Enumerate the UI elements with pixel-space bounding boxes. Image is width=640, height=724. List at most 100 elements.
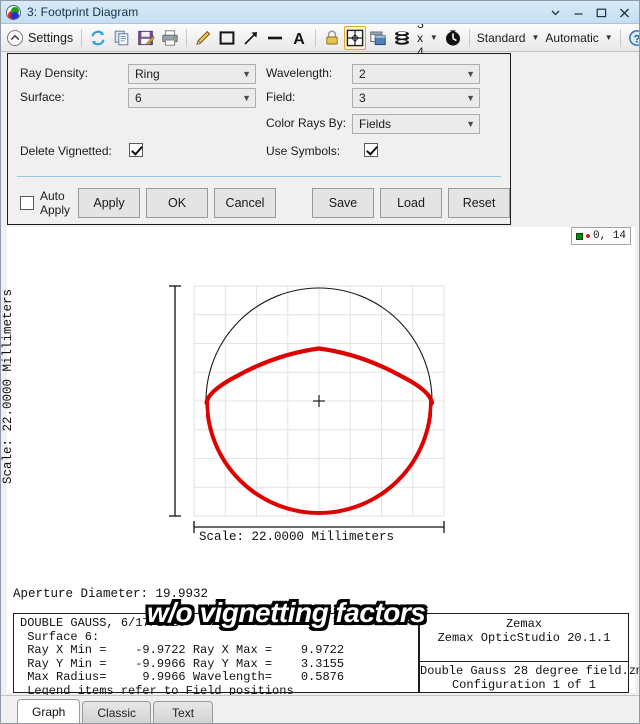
use-symbols-label-wrap: Use Symbols: [266,144,340,158]
pencil-annotate-button[interactable] [191,26,215,50]
color-rays-by-dropdown[interactable]: Fields ▼ [352,114,480,134]
y-axis-label: Scale: 22.0000 Millimeters [1,289,15,485]
arrow-annotate-button[interactable] [239,26,263,50]
line-icon [268,36,283,39]
color-rays-by-value: Fields [359,117,392,131]
tab-text[interactable]: Text [153,701,214,723]
surface-value: 6 [135,91,142,105]
chevron-down-icon: ▼ [466,118,475,129]
tab-graph[interactable]: Graph [17,699,81,723]
settings-panel: Ray Density: Ring ▼ Surface: 6 ▼ Wavelen… [7,53,511,225]
load-settings-button[interactable]: Load [380,188,443,218]
toolbar-separator [81,28,83,47]
line-annotate-button[interactable] [263,26,287,50]
field-label: Field: [266,90,296,104]
toolbar-separator [468,28,470,47]
use-symbols-label: Use Symbols: [266,144,341,158]
copy-button[interactable] [110,26,134,50]
settings-divider [17,176,501,177]
close-icon[interactable] [613,3,635,23]
field-dropdown[interactable]: 3 ▼ [352,88,480,108]
rectangle-icon [219,30,235,45]
settings-label: Settings [28,30,74,45]
rectangle-annotate-button[interactable] [215,26,239,50]
wavelength-label-wrap: Wavelength: [266,66,332,80]
cancel-button[interactable]: Cancel [214,188,277,218]
save-button[interactable] [134,26,158,50]
chevron-down-icon: ▼ [466,68,475,79]
auto-apply-checkbox[interactable] [20,196,34,210]
wavelength-dropdown[interactable]: 2 ▼ [352,64,480,84]
scale-label: Automatic [545,30,599,45]
ray-density-dropdown[interactable]: Ring ▼ [128,64,256,84]
scale-dropdown[interactable]: Automatic ▼ [542,26,615,50]
window-titlebar: 3: Footprint Diagram [1,1,639,24]
print-button[interactable] [158,26,182,50]
toolbar-separator [315,28,317,47]
maximize-icon[interactable] [590,3,612,23]
svg-text:A: A [293,31,305,47]
save-settings-button[interactable]: Save [312,188,375,218]
ray-density-label: Ray Density: [20,66,89,80]
settings-button[interactable]: Settings [5,26,77,50]
ray-density-label-wrap: Ray Density: [20,66,88,80]
window-title: 3: Footprint Diagram [27,5,139,19]
auto-apply-group[interactable]: Auto Apply [20,189,70,217]
lock-button[interactable] [320,26,344,50]
chevron-down-icon: ▼ [242,68,251,79]
refresh-button[interactable] [86,26,110,50]
zoom-fit-icon [346,29,364,46]
chevron-down-icon: ▼ [531,32,540,42]
footprint-app-icon [6,4,21,20]
chevron-down-icon: ▼ [242,92,251,103]
surface-label: Surface: [20,90,65,104]
file-block: Double Gauss 28 degree field.zmx Configu… [420,662,639,693]
ray-density-value: Ring [135,67,160,81]
auto-apply-label: Auto Apply [40,189,71,217]
marker-dot-icon [585,234,590,238]
configuration-label: Configuration 1 of 1 [451,677,597,692]
legend-line-3: Ray X Min = -9.9722 Ray X Max = 9.9722 [20,643,345,657]
window-controls [544,1,635,24]
delete-vignetted-checkbox[interactable] [129,143,143,157]
chevron-down-icon: ▼ [429,32,438,42]
delete-vignetted-label: Delete Vignetted: [20,144,112,158]
field-label-wrap: Field: [266,90,295,104]
marker-square-icon [575,232,583,240]
window-icon [370,31,386,45]
wavelength-value: 2 [359,67,366,81]
settings-fields: Ray Density: Ring ▼ Surface: 6 ▼ Wavelen… [8,54,510,172]
footprint-diagram-window: 3: Footprint Diagram Settings A x 4 ▼ St… [0,0,640,724]
layers-button[interactable] [390,26,414,50]
reset-settings-button[interactable]: Reset [448,188,511,218]
save-icon [138,30,155,45]
text-annotate-button[interactable]: A [287,26,311,50]
animate-button[interactable] [441,26,465,50]
style-label: Standard [476,30,526,45]
surface-dropdown[interactable]: 6 ▼ [128,88,256,108]
help-button[interactable]: ? [625,26,639,50]
legend-line-4: Ray Y Min = -9.9966 Ray Y Max = 3.3155 [20,656,345,671]
ok-button[interactable]: OK [146,188,209,218]
layers-icon [395,30,410,45]
lock-icon [326,30,338,44]
grid-layout-dropdown[interactable]: 3 x 4 ▼ [414,17,441,59]
legend-line-2: Surface 6: [20,629,100,644]
apply-button[interactable]: Apply [78,188,141,218]
zoom-fit-button[interactable] [344,25,367,50]
cursor-coordinate-readout: 0, 14 [570,227,631,245]
toolbar-separator [186,28,188,47]
window-menu-chevron-down-icon[interactable] [544,3,566,23]
tab-classic[interactable]: Classic [82,701,152,723]
field-value: 3 [359,91,366,105]
copy-icon [114,30,129,45]
use-symbols-checkbox[interactable] [364,143,378,157]
pencil-icon [196,30,211,45]
style-dropdown[interactable]: Standard ▼ [474,26,543,50]
main-toolbar: Settings A x 4 ▼ Standard ▼ Automatic ▼ … [1,17,639,59]
chevron-up-icon [7,29,23,46]
surface-label-wrap: Surface: [20,90,65,104]
minimize-icon[interactable] [567,3,589,23]
window-detach-button[interactable] [366,26,390,50]
vendor-name: Zemax [505,617,542,631]
